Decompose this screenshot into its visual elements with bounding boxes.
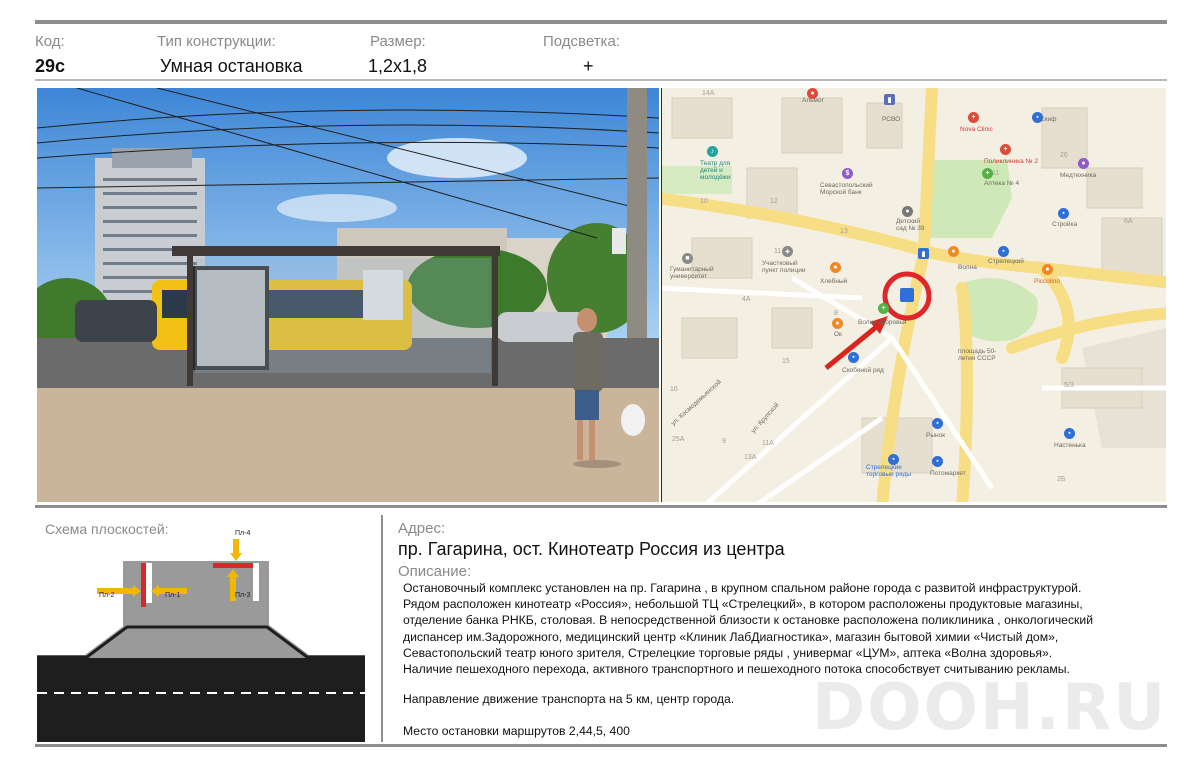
light-label: Подсветка: bbox=[543, 33, 620, 50]
plane-label: Пл-3 bbox=[235, 592, 251, 599]
house-number: 2Б bbox=[1057, 476, 1066, 483]
map-label-nastenka: Настенька bbox=[1054, 442, 1086, 449]
description-line: Рядом расположен кинотеатр «Россия», неб… bbox=[403, 597, 1083, 612]
map-label-nova-clinic: Nova Clinic bbox=[960, 126, 993, 133]
mid-rule bbox=[35, 505, 1167, 508]
house-number: 16 bbox=[670, 386, 678, 393]
planes-diagram bbox=[37, 539, 365, 742]
map-label-theatre: Театр для детей и молодёжи bbox=[700, 160, 731, 182]
house-number: 9 bbox=[722, 438, 726, 445]
map-label-stroyka: Стройка bbox=[1052, 221, 1078, 228]
planes-scheme: Схема плоскостей: Пл-4 Пл-2 Пл-1 Пл-3 bbox=[37, 515, 365, 742]
map-label-police: Участковый пункт полиции bbox=[762, 260, 806, 275]
map-label-almog: Альмог bbox=[802, 97, 824, 104]
map-label-apteka: Аптека № 4 bbox=[984, 180, 1020, 187]
poi-theatre-icon: ♪ bbox=[707, 146, 718, 157]
poi-university-icon: ■ bbox=[682, 253, 693, 264]
house-number: 25А bbox=[672, 436, 685, 443]
map-label-rynok: Рынок bbox=[926, 432, 946, 439]
description-label: Описание: bbox=[398, 563, 472, 580]
description-line: диспансер им.Задорожного, медицинский це… bbox=[403, 629, 1059, 644]
map-label-medtechnika: Медтехника bbox=[1060, 172, 1097, 179]
poi-rynok-icon: ▪ bbox=[932, 418, 943, 429]
house-number: 8 bbox=[834, 310, 838, 317]
house-number: 14А bbox=[702, 90, 715, 97]
poi-bus-stop-icon: ▮ bbox=[918, 248, 929, 259]
poi-morskoy-bank-icon: $ bbox=[842, 168, 853, 179]
house-number: 12 bbox=[770, 198, 778, 205]
map-label-university: Гуманитарный университет bbox=[670, 266, 714, 281]
house-number: 13А bbox=[744, 454, 757, 461]
address-value: пр. Гагарина, ост. Кинотеатр Россия из ц… bbox=[398, 539, 785, 559]
vertical-separator bbox=[381, 515, 383, 742]
house-number: 15 bbox=[782, 358, 790, 365]
poi-nova-clinic-icon: + bbox=[968, 112, 979, 123]
header-rule bbox=[35, 79, 1167, 81]
house-number: 26 bbox=[1060, 152, 1068, 159]
poi-medtechnika-icon: ● bbox=[1078, 158, 1089, 169]
traffic-direction: Направление движение транспорта на 5 км,… bbox=[403, 692, 735, 706]
watermark: DOOH.RU bbox=[812, 671, 1168, 745]
poi-streletsky-icon: ▪ bbox=[998, 246, 1009, 257]
house-number: 11 bbox=[774, 248, 782, 255]
map-label-poliklinika: Поликлиника № 2 bbox=[984, 158, 1038, 165]
poi-piccolino-icon: ● bbox=[1042, 264, 1053, 275]
poi-hlebny-icon: ● bbox=[830, 262, 841, 273]
map-label-hlebny: Хлебный bbox=[820, 278, 848, 285]
house-number: 11 bbox=[992, 170, 1000, 177]
map-label-rsvo: РСВО bbox=[882, 116, 901, 123]
poi-volna-zdorovya-icon: + bbox=[878, 303, 889, 314]
map-label-ok: Ок bbox=[834, 331, 842, 338]
map-label-square: площадь 50- летия СССР bbox=[958, 348, 997, 363]
map-label-morskoy-bank: Севастопольский Морской банк bbox=[820, 182, 873, 197]
map-label-skif: Скиф bbox=[1040, 116, 1057, 123]
map-label-skobyanoy: Скобяной ряд bbox=[842, 367, 884, 374]
code-value: 29с bbox=[35, 56, 66, 76]
poi-volna-icon: ● bbox=[948, 246, 959, 257]
size-value: 1,2х1,8 bbox=[368, 56, 428, 76]
type-value: Умная остановка bbox=[160, 56, 303, 76]
map-label-volna-zdorovya: Волна здоровья bbox=[858, 319, 907, 326]
description-line: Севастопольский театр юного зрителя, Стр… bbox=[403, 645, 1053, 660]
poi-rsvo-icon: ▮ bbox=[884, 94, 895, 105]
size-label: Размер: bbox=[370, 33, 426, 50]
map-label-torgovye-ryady: Стрелецкие торговые ряды bbox=[866, 464, 912, 479]
map-label-piccolino: Piccolino bbox=[1034, 278, 1061, 285]
plane-label: Пл-4 bbox=[235, 530, 251, 537]
poi-potomarket-icon: ▪ bbox=[932, 456, 943, 467]
poi-apteka-icon: + bbox=[982, 168, 993, 179]
route-stops: Место остановки маршрутов 2,44,5, 400 bbox=[403, 724, 630, 738]
top-rule bbox=[35, 20, 1167, 24]
poi-poliklinika-icon: + bbox=[1000, 144, 1011, 155]
poi-stroyka-icon: ▪ bbox=[1058, 208, 1069, 219]
house-number: 6А bbox=[1124, 218, 1133, 225]
type-label: Тип конструкции: bbox=[157, 33, 276, 50]
code-label: Код: bbox=[35, 33, 65, 50]
description-line: Остановочный комплекс установлен на пр. … bbox=[403, 581, 1082, 595]
location-map: 14А 12 10 11 13 11 6А 26 4А 15 16 13А 11… bbox=[661, 88, 1166, 502]
poi-nastenka-icon: ▪ bbox=[1064, 428, 1075, 439]
poi-detsad-icon: ● bbox=[902, 206, 913, 217]
house-number: 11А bbox=[762, 440, 774, 447]
bus-stop-photo bbox=[37, 88, 659, 502]
light-value: + bbox=[583, 56, 594, 76]
description-text: Остановочный комплекс установлен на пр. … bbox=[403, 580, 1165, 677]
house-number: 13 bbox=[840, 228, 848, 235]
description-line: отделение банка РНКБ, столовая. В непоср… bbox=[403, 613, 1094, 628]
map-label-streletsky: Стрелецкий bbox=[988, 258, 1024, 265]
house-number: 10 bbox=[700, 198, 708, 205]
plane-label: Пл-2 bbox=[99, 592, 115, 599]
map-label-potomarket: Потомаркет bbox=[930, 470, 966, 477]
poi-skobyanoy-icon: ▪ bbox=[848, 352, 859, 363]
house-number: 4А bbox=[742, 296, 751, 303]
plane-label: Пл-1 bbox=[165, 592, 181, 599]
map-label-detsad: Детский сад № 39 bbox=[896, 218, 925, 233]
poi-police-icon: ✦ bbox=[782, 246, 793, 257]
map-label-volna: Волна bbox=[958, 264, 977, 271]
house-number: 5/3 bbox=[1064, 382, 1074, 389]
poi-ok-icon: ● bbox=[832, 318, 843, 329]
address-label: Адрес: bbox=[398, 520, 446, 537]
